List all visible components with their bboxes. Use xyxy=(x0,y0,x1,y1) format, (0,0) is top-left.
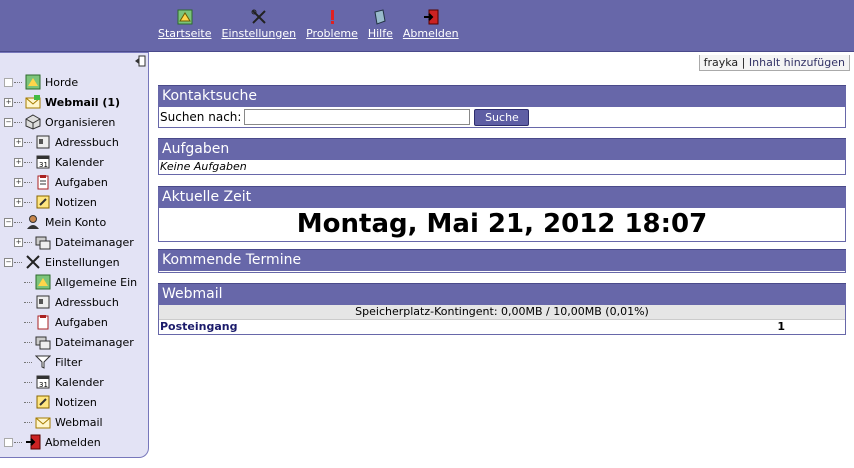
tools-icon xyxy=(251,9,266,24)
empty-tasks-text: Keine Aufgaben xyxy=(160,160,247,173)
user-bar: frayka | Inhalt hinzufügen xyxy=(698,55,850,71)
horde-icon xyxy=(25,74,41,90)
tree-expand-plus-icon[interactable]: + xyxy=(14,237,23,247)
clock-display: Montag, Mai 21, 2012 18:07 xyxy=(296,209,708,239)
nav-probleme[interactable]: Probleme xyxy=(306,9,358,40)
help-book-icon xyxy=(374,9,386,25)
filemanager-icon xyxy=(35,236,51,250)
sidebar-tree: Horde + Webmail (1) − Organisieren + Adr… xyxy=(4,72,137,452)
sidebar-item-notizen[interactable]: + Notizen xyxy=(4,192,137,212)
sidebar-item-einst-kalender[interactable]: 31 Kalender xyxy=(4,372,137,392)
tree-expand-plus-icon[interactable]: + xyxy=(14,197,23,207)
filemanager-icon xyxy=(35,336,51,350)
sidebar-item-organisieren[interactable]: − Organisieren xyxy=(4,112,137,132)
block-title: Aktuelle Zeit xyxy=(158,186,846,208)
inbox-link[interactable]: Posteingang xyxy=(160,320,238,334)
search-label: Suchen nach: xyxy=(160,110,242,124)
addressbook-icon xyxy=(36,295,50,309)
calendar-icon: 31 xyxy=(36,155,50,169)
tree-expander xyxy=(4,437,13,447)
tree-expand-plus-icon[interactable]: + xyxy=(14,177,23,187)
tree-expand-plus-icon[interactable]: + xyxy=(4,97,13,107)
collapse-sidebar-icon[interactable] xyxy=(134,55,146,67)
sidebar-item-einst-webmail[interactable]: Webmail xyxy=(4,412,137,432)
nav-abmelden[interactable]: Abmelden xyxy=(403,9,459,40)
sidebar-item-abmelden[interactable]: Abmelden xyxy=(4,432,137,452)
addressbook-icon xyxy=(36,135,50,149)
tree-expander xyxy=(4,77,13,87)
tasks-icon xyxy=(37,175,49,190)
tree-collapse-minus-icon[interactable]: − xyxy=(4,117,13,127)
username: frayka xyxy=(703,56,739,69)
home-icon xyxy=(177,9,193,25)
sidebar-item-einst-aufgaben[interactable]: Aufgaben xyxy=(4,312,137,332)
logout-icon xyxy=(423,9,439,25)
nav-einstellungen[interactable]: Einstellungen xyxy=(222,9,296,40)
svg-text:31: 31 xyxy=(39,161,48,169)
contact-search-block: Kontaktsuche Suchen nach: Suche xyxy=(158,85,846,128)
sidebar-item-einstellungen[interactable]: − Einstellungen xyxy=(4,252,137,272)
add-content-link[interactable]: Inhalt hinzufügen xyxy=(749,56,845,69)
block-title: Aufgaben xyxy=(158,138,846,160)
tools-icon xyxy=(26,255,40,269)
sidebar-item-aufgaben[interactable]: + Aufgaben xyxy=(4,172,137,192)
sidebar-item-adressbuch[interactable]: + Adressbuch xyxy=(4,132,137,152)
nav-hilfe[interactable]: Hilfe xyxy=(368,9,393,40)
sidebar-item-einst-notizen[interactable]: Notizen xyxy=(4,392,137,412)
sidebar-item-einst-filter[interactable]: Filter xyxy=(4,352,137,372)
block-title: Kommende Termine xyxy=(158,249,846,271)
horde-icon xyxy=(35,274,51,290)
sidebar-item-kalender[interactable]: + 31 Kalender xyxy=(4,152,137,172)
top-navigation-bar: Startseite Einstellungen Probleme Hilfe … xyxy=(0,0,854,52)
tasks-icon xyxy=(37,315,49,330)
tree-collapse-minus-icon[interactable]: − xyxy=(4,257,13,267)
notes-icon xyxy=(36,395,50,409)
calendar-icon: 31 xyxy=(36,375,50,389)
logout-icon xyxy=(26,434,41,450)
filter-icon xyxy=(35,355,51,369)
mail-icon xyxy=(35,417,51,429)
tasks-block: Aufgaben Keine Aufgaben xyxy=(158,138,846,175)
current-time-block: Aktuelle Zeit Montag, Mai 21, 2012 18:07 xyxy=(158,186,846,242)
sidebar: Horde + Webmail (1) − Organisieren + Adr… xyxy=(0,52,149,458)
cube-icon xyxy=(25,114,41,130)
sidebar-item-horde[interactable]: Horde xyxy=(4,72,137,92)
contact-search-input[interactable] xyxy=(244,109,471,125)
exclamation-icon xyxy=(330,10,334,24)
block-title: Webmail xyxy=(158,283,846,305)
sidebar-item-dateimanager[interactable]: + Dateimanager xyxy=(4,232,137,252)
tree-expand-plus-icon[interactable]: + xyxy=(14,137,23,147)
inbox-row: Posteingang 1 xyxy=(159,320,845,334)
mail-icon xyxy=(25,95,41,109)
top-nav-menu: Startseite Einstellungen Probleme Hilfe … xyxy=(158,9,459,40)
sidebar-item-einst-dateimanager[interactable]: Dateimanager xyxy=(4,332,137,352)
nav-startseite[interactable]: Startseite xyxy=(158,9,212,40)
tree-collapse-minus-icon[interactable]: − xyxy=(4,217,13,227)
svg-text:31: 31 xyxy=(39,381,48,389)
tree-expand-plus-icon[interactable]: + xyxy=(14,157,23,167)
sidebar-item-einst-adressbuch[interactable]: Adressbuch xyxy=(4,292,137,312)
block-title: Kontaktsuche xyxy=(158,85,846,107)
user-icon xyxy=(27,215,39,229)
sidebar-item-mein-konto[interactable]: − Mein Konto xyxy=(4,212,137,232)
sidebar-item-webmail[interactable]: + Webmail (1) xyxy=(4,92,137,112)
notes-icon xyxy=(36,195,50,209)
inbox-count: 1 xyxy=(777,320,785,333)
sidebar-item-allgemeine-einstellungen[interactable]: Allgemeine Ein xyxy=(4,272,137,292)
webmail-block: Webmail Speicherplatz-Kontingent: 0,00MB… xyxy=(158,283,846,335)
upcoming-events-block: Kommende Termine xyxy=(158,249,846,273)
search-button[interactable]: Suche xyxy=(474,108,530,126)
quota-text: Speicherplatz-Kontingent: 0,00MB / 10,00… xyxy=(159,305,845,320)
